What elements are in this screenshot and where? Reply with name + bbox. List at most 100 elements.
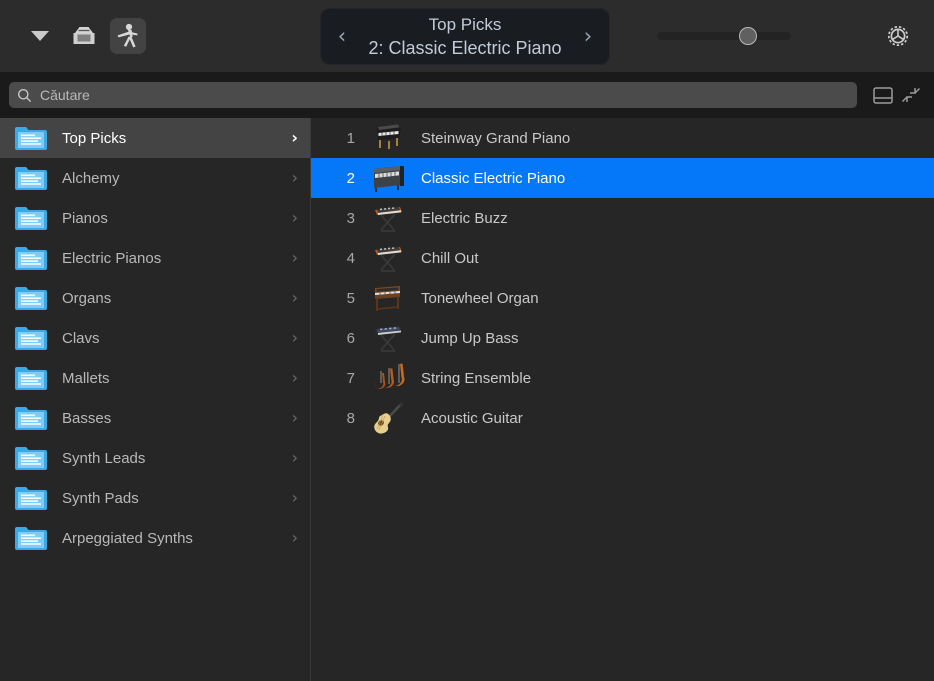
folder-icon	[14, 165, 48, 192]
sidebar-item-synth-pads[interactable]: Synth Pads ›	[0, 478, 310, 518]
gear-icon[interactable]	[882, 20, 914, 52]
sidebar-item-label: Alchemy	[62, 170, 286, 187]
sidebar-item-pianos[interactable]: Pianos ›	[0, 198, 310, 238]
upright-electric-piano-glyph	[369, 161, 407, 195]
strings-icon	[369, 359, 407, 397]
upright-electric-piano-icon	[369, 159, 407, 197]
sidebar-item-electric-pianos[interactable]: Electric Pianos ›	[0, 238, 310, 278]
patch-row[interactable]: 1 Steinway Grand	[311, 118, 934, 158]
panel-layout-icon[interactable]	[869, 81, 897, 109]
patch-display[interactable]: ‹ Top Picks 2: Classic Electric Piano ›	[320, 8, 610, 65]
patch-row[interactable]: 3	[311, 198, 934, 238]
search-row	[0, 72, 934, 118]
chevron-right-icon: ›	[291, 130, 298, 146]
patch-name: Steinway Grand Piano	[421, 130, 570, 147]
patch-row[interactable]: 6	[311, 318, 934, 358]
patch-library-window: ‹ Top Picks 2: Classic Electric Piano ›	[0, 0, 934, 681]
chevron-right-icon: ›	[292, 370, 298, 386]
chevron-right-icon: ›	[292, 410, 298, 426]
patch-name: Jump Up Bass	[421, 330, 519, 347]
patch-number: 3	[329, 210, 355, 227]
next-patch-button[interactable]: ›	[580, 26, 596, 47]
panel-layout-glyph	[873, 87, 893, 104]
patch-name: Electric Buzz	[421, 210, 508, 227]
chevron-right-icon: ›	[292, 490, 298, 506]
patch-display-text: Top Picks 2: Classic Electric Piano	[350, 14, 580, 60]
synth-keyboard-glyph	[369, 241, 407, 275]
sidebar-item-label: Organs	[62, 290, 286, 307]
patch-row[interactable]: 5	[311, 278, 934, 318]
sidebar-item-clavs[interactable]: Clavs ›	[0, 318, 310, 358]
patch-display-set-name: Top Picks	[350, 14, 580, 36]
patch-number: 8	[329, 410, 355, 427]
folder-icon	[14, 445, 48, 472]
volume-slider[interactable]	[657, 28, 791, 44]
chevron-right-icon: ›	[292, 170, 298, 186]
folder-icon	[14, 125, 48, 152]
sidebar-item-mallets[interactable]: Mallets ›	[0, 358, 310, 398]
search-input[interactable]	[40, 87, 849, 103]
sidebar-item-label: Synth Pads	[62, 490, 286, 507]
folder-icon	[14, 365, 48, 392]
folder-icon	[14, 525, 48, 552]
previous-patch-button[interactable]: ‹	[334, 26, 350, 47]
patch-list[interactable]: 1 Steinway Grand	[311, 118, 934, 681]
performer-person-glyph	[116, 23, 140, 49]
patch-number: 7	[329, 370, 355, 387]
sidebar-item-label: Clavs	[62, 330, 286, 347]
collapse-arrows-icon[interactable]	[897, 81, 925, 109]
sidebar-item-alchemy[interactable]: Alchemy ›	[0, 158, 310, 198]
sidebar-item-organs[interactable]: Organs ›	[0, 278, 310, 318]
grand-piano-icon	[369, 119, 407, 157]
folder-icon	[14, 485, 48, 512]
synth-keyboard-icon	[369, 239, 407, 277]
performer-person-icon[interactable]	[110, 18, 146, 54]
category-sidebar[interactable]: Top Picks › Alchemy ›	[0, 118, 311, 681]
patch-number: 6	[329, 330, 355, 347]
chevron-right-icon: ›	[292, 450, 298, 466]
toolbar-left-group	[0, 18, 146, 54]
patch-row[interactable]: 8 Acoustic Guitar	[311, 398, 934, 438]
sidebar-item-synth-leads[interactable]: Synth Leads ›	[0, 438, 310, 478]
acoustic-guitar-glyph	[369, 401, 407, 435]
tonewheel-organ-icon	[369, 279, 407, 317]
patch-row[interactable]: 7	[311, 358, 934, 398]
folder-icon	[14, 325, 48, 352]
patch-name: String Ensemble	[421, 370, 531, 387]
top-toolbar: ‹ Top Picks 2: Classic Electric Piano ›	[0, 0, 934, 72]
search-field[interactable]	[9, 82, 857, 108]
slider-knob[interactable]	[739, 27, 757, 45]
folder-icon	[14, 405, 48, 432]
sidebar-item-top-picks[interactable]: Top Picks ›	[0, 118, 310, 158]
patch-name: Acoustic Guitar	[421, 410, 523, 427]
patch-name: Tonewheel Organ	[421, 290, 539, 307]
slider-track[interactable]	[657, 32, 791, 40]
chevron-right-icon: ›	[292, 210, 298, 226]
bass-synth-icon	[369, 319, 407, 357]
patch-row[interactable]: 2	[311, 158, 934, 198]
sidebar-item-label: Mallets	[62, 370, 286, 387]
acoustic-guitar-icon	[369, 399, 407, 437]
sidebar-item-label: Synth Leads	[62, 450, 286, 467]
inbox-tray-glyph	[71, 25, 97, 47]
chevron-right-icon: ›	[292, 290, 298, 306]
patch-number: 4	[329, 250, 355, 267]
sidebar-item-label: Pianos	[62, 210, 286, 227]
chevron-right-icon: ›	[292, 330, 298, 346]
sidebar-item-basses[interactable]: Basses ›	[0, 398, 310, 438]
triangle-down-glyph	[31, 31, 49, 41]
patch-display-patch-name: 2: Classic Electric Piano	[350, 36, 580, 60]
library-body: Top Picks › Alchemy ›	[0, 118, 934, 681]
patch-row[interactable]: 4	[311, 238, 934, 278]
patch-number: 1	[329, 130, 355, 147]
patch-number: 2	[329, 170, 355, 187]
triangle-down-icon[interactable]	[22, 18, 58, 54]
tonewheel-organ-glyph	[369, 281, 407, 315]
search-icon	[17, 88, 32, 103]
patch-name: Chill Out	[421, 250, 479, 267]
inbox-tray-icon[interactable]	[66, 18, 102, 54]
patch-number: 5	[329, 290, 355, 307]
collapse-arrows-glyph	[901, 85, 921, 105]
folder-icon	[14, 285, 48, 312]
sidebar-item-arpeggiated-synths[interactable]: Arpeggiated Synths ›	[0, 518, 310, 558]
